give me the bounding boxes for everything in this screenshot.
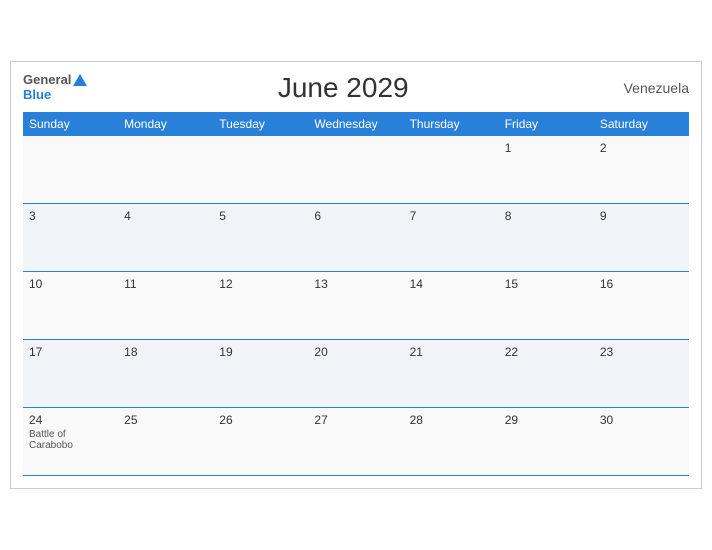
month-title: June 2029 — [87, 72, 599, 104]
calendar-header: General Blue June 2029 Venezuela — [23, 72, 689, 104]
calendar-cell: 21 — [404, 340, 499, 408]
calendar-cell — [308, 136, 403, 204]
calendar-cell: 17 — [23, 340, 118, 408]
calendar-cell — [404, 136, 499, 204]
day-number: 7 — [410, 209, 493, 223]
calendar-cell: 27 — [308, 408, 403, 476]
calendar-cell: 15 — [499, 272, 594, 340]
calendar-cell: 16 — [594, 272, 689, 340]
calendar-cell: 12 — [213, 272, 308, 340]
calendar-cell: 5 — [213, 204, 308, 272]
calendar-cell: 13 — [308, 272, 403, 340]
header-thursday: Thursday — [404, 112, 499, 136]
day-number: 1 — [505, 141, 588, 155]
day-number: 6 — [314, 209, 397, 223]
day-number: 2 — [600, 141, 683, 155]
header-friday: Friday — [499, 112, 594, 136]
calendar-week-row: 3456789 — [23, 204, 689, 272]
logo-blue-text: Blue — [23, 88, 51, 102]
calendar-cell: 7 — [404, 204, 499, 272]
calendar-cell — [118, 136, 213, 204]
logo-triangle-icon — [73, 74, 87, 86]
calendar-cell — [23, 136, 118, 204]
calendar-cell: 19 — [213, 340, 308, 408]
calendar-table: Sunday Monday Tuesday Wednesday Thursday… — [23, 112, 689, 477]
day-number: 20 — [314, 345, 397, 359]
calendar-cell: 4 — [118, 204, 213, 272]
day-number: 3 — [29, 209, 112, 223]
calendar-week-row: 24 Battle of Carabobo 25 26 27 28 29 30 — [23, 408, 689, 476]
calendar-cell — [213, 136, 308, 204]
day-number: 29 — [505, 413, 588, 427]
day-number: 21 — [410, 345, 493, 359]
day-number: 18 — [124, 345, 207, 359]
day-number: 16 — [600, 277, 683, 291]
day-number: 24 — [29, 413, 112, 427]
calendar-cell: 26 — [213, 408, 308, 476]
event-label: Battle of Carabobo — [29, 429, 112, 451]
calendar-cell: 8 — [499, 204, 594, 272]
calendar-container: General Blue June 2029 Venezuela Sunday … — [10, 61, 702, 490]
calendar-cell: 10 — [23, 272, 118, 340]
day-number: 13 — [314, 277, 397, 291]
day-number: 22 — [505, 345, 588, 359]
day-number: 25 — [124, 413, 207, 427]
day-number: 17 — [29, 345, 112, 359]
calendar-cell: 29 — [499, 408, 594, 476]
calendar-cell: 9 — [594, 204, 689, 272]
calendar-cell: 3 — [23, 204, 118, 272]
day-number: 11 — [124, 277, 207, 291]
calendar-cell: 2 — [594, 136, 689, 204]
calendar-cell: 14 — [404, 272, 499, 340]
day-number: 26 — [219, 413, 302, 427]
logo: General Blue — [23, 73, 87, 102]
header-tuesday: Tuesday — [213, 112, 308, 136]
calendar-cell: 6 — [308, 204, 403, 272]
calendar-cell: 24 Battle of Carabobo — [23, 408, 118, 476]
day-number: 12 — [219, 277, 302, 291]
calendar-cell: 28 — [404, 408, 499, 476]
calendar-cell: 30 — [594, 408, 689, 476]
day-number: 30 — [600, 413, 683, 427]
logo-general-text: General — [23, 73, 71, 87]
calendar-week-row: 17 18 19 20 21 22 23 — [23, 340, 689, 408]
header-saturday: Saturday — [594, 112, 689, 136]
day-number: 8 — [505, 209, 588, 223]
day-number: 10 — [29, 277, 112, 291]
country-label: Venezuela — [599, 80, 689, 96]
day-number: 4 — [124, 209, 207, 223]
header-wednesday: Wednesday — [308, 112, 403, 136]
calendar-cell: 20 — [308, 340, 403, 408]
day-number: 23 — [600, 345, 683, 359]
calendar-week-row: 12 — [23, 136, 689, 204]
weekday-header-row: Sunday Monday Tuesday Wednesday Thursday… — [23, 112, 689, 136]
day-number: 15 — [505, 277, 588, 291]
header-sunday: Sunday — [23, 112, 118, 136]
calendar-cell: 23 — [594, 340, 689, 408]
calendar-cell: 25 — [118, 408, 213, 476]
day-number: 27 — [314, 413, 397, 427]
header-monday: Monday — [118, 112, 213, 136]
day-number: 19 — [219, 345, 302, 359]
day-number: 28 — [410, 413, 493, 427]
calendar-week-row: 10 11 12 13 14 15 16 — [23, 272, 689, 340]
day-number: 14 — [410, 277, 493, 291]
day-number: 5 — [219, 209, 302, 223]
calendar-cell: 18 — [118, 340, 213, 408]
calendar-cell: 11 — [118, 272, 213, 340]
day-number: 9 — [600, 209, 683, 223]
calendar-cell: 1 — [499, 136, 594, 204]
calendar-cell: 22 — [499, 340, 594, 408]
